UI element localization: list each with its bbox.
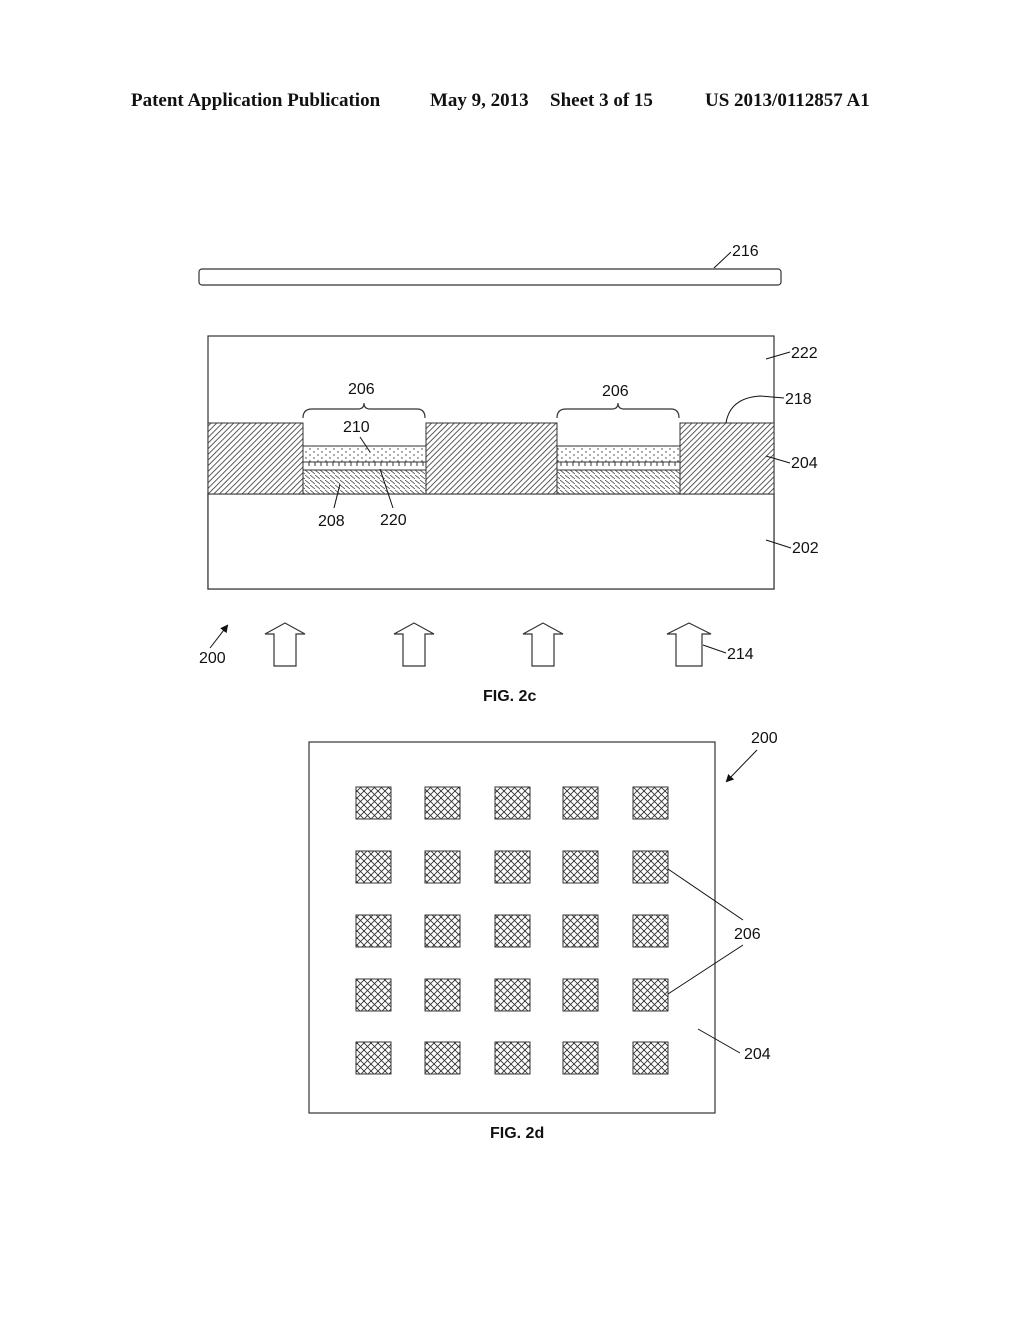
cell-206 bbox=[562, 786, 599, 820]
label-204-plan: 204 bbox=[744, 1046, 771, 1063]
label-206-left: 206 bbox=[348, 381, 375, 398]
label-208: 208 bbox=[318, 513, 345, 530]
cell-206 bbox=[562, 914, 599, 948]
cell-206 bbox=[424, 850, 461, 884]
cell-206 bbox=[494, 786, 531, 820]
cell-206 bbox=[632, 850, 669, 884]
leader-214 bbox=[702, 644, 727, 654]
layer-220 bbox=[302, 461, 427, 471]
cell-206 bbox=[562, 850, 599, 884]
layer-208 bbox=[302, 469, 427, 495]
label-202: 202 bbox=[792, 540, 819, 557]
cell-206 bbox=[632, 1041, 669, 1075]
matrix-204-middle bbox=[425, 422, 558, 495]
cell-206 bbox=[424, 978, 461, 1012]
cover-plate-216 bbox=[198, 268, 782, 286]
light-arrow bbox=[264, 622, 306, 667]
layer-210 bbox=[302, 445, 427, 463]
cell-206-right bbox=[556, 445, 681, 495]
label-200-plan: 200 bbox=[751, 730, 778, 747]
label-214: 214 bbox=[727, 646, 754, 663]
cell-206 bbox=[632, 978, 669, 1012]
cell-206 bbox=[355, 1041, 392, 1075]
cell-206 bbox=[355, 914, 392, 948]
cell-206 bbox=[494, 850, 531, 884]
layer-210 bbox=[556, 445, 681, 463]
cell-206 bbox=[632, 914, 669, 948]
substrate-202 bbox=[207, 493, 775, 590]
layer-220 bbox=[556, 461, 681, 471]
fig-2c: 216 206 206 210 208 220 222 218 204 202 … bbox=[198, 243, 819, 705]
label-222: 222 bbox=[791, 345, 818, 362]
layer-208 bbox=[556, 469, 681, 495]
label-220: 220 bbox=[380, 512, 407, 529]
cell-206 bbox=[355, 850, 392, 884]
matrix-204-right bbox=[679, 422, 775, 495]
light-arrow bbox=[393, 622, 435, 667]
cell-206 bbox=[562, 1041, 599, 1075]
cell-206 bbox=[424, 1041, 461, 1075]
light-arrows-214 bbox=[264, 622, 712, 667]
label-216: 216 bbox=[732, 243, 759, 260]
cell-206 bbox=[424, 914, 461, 948]
cell-206 bbox=[355, 786, 392, 820]
label-206-plan: 206 bbox=[734, 926, 761, 943]
cell-206 bbox=[494, 978, 531, 1012]
leader-216 bbox=[713, 251, 732, 269]
drawing-sheet: 216 206 206 210 208 220 222 218 204 202 … bbox=[198, 243, 819, 1142]
label-210: 210 bbox=[343, 419, 370, 436]
cell-206 bbox=[494, 1041, 531, 1075]
label-218: 218 bbox=[785, 391, 812, 408]
caption-fig-2d: FIG. 2d bbox=[490, 1125, 544, 1142]
cell-206 bbox=[562, 978, 599, 1012]
cell-206-left bbox=[302, 445, 427, 495]
fig-2d: 200 206 204 FIG. 2d bbox=[308, 730, 778, 1142]
light-arrow bbox=[522, 622, 564, 667]
label-206-right: 206 bbox=[602, 383, 629, 400]
cell-206 bbox=[632, 786, 669, 820]
cell-206 bbox=[494, 914, 531, 948]
arrow-200 bbox=[209, 624, 229, 649]
arrow-200-plan bbox=[725, 749, 758, 783]
label-200: 200 bbox=[199, 650, 226, 667]
label-204: 204 bbox=[791, 455, 818, 472]
cell-206 bbox=[355, 978, 392, 1012]
light-arrow bbox=[666, 622, 712, 667]
cell-206 bbox=[424, 786, 461, 820]
matrix-204-left bbox=[207, 422, 304, 495]
caption-fig-2c: FIG. 2c bbox=[483, 688, 536, 705]
